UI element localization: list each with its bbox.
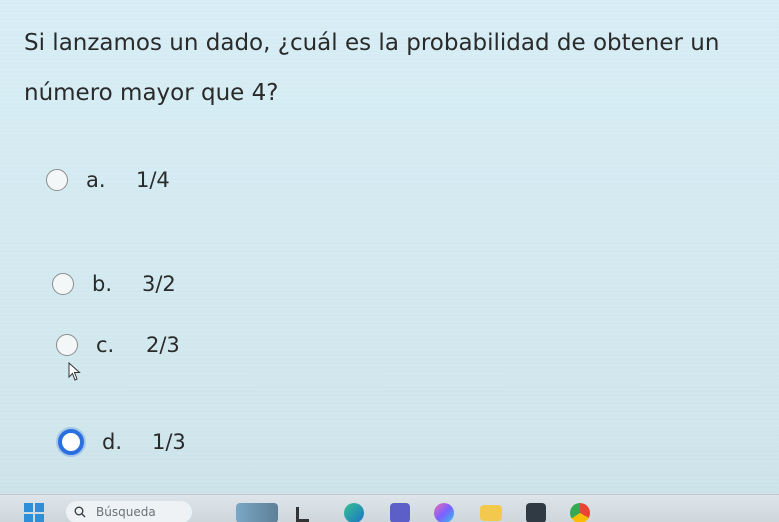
- chrome-icon[interactable]: [570, 503, 590, 522]
- mouse-pointer-icon: [68, 362, 81, 381]
- question-text: Si lanzamos un dado, ¿cuál es la probabi…: [24, 30, 720, 106]
- teams-icon[interactable]: [390, 503, 410, 522]
- option-b[interactable]: b. 3/2: [52, 272, 176, 296]
- widgets-icon[interactable]: [236, 503, 278, 522]
- radio-a[interactable]: [46, 169, 68, 191]
- task-view-icon[interactable]: [296, 507, 309, 522]
- taskbar: Búsqueda: [0, 494, 779, 522]
- option-a[interactable]: a. 1/4: [46, 168, 170, 192]
- radio-d-selected[interactable]: [58, 429, 84, 455]
- option-b-value: 3/2: [142, 272, 176, 296]
- edge-icon[interactable]: [344, 503, 364, 522]
- file-explorer-icon[interactable]: [480, 505, 502, 521]
- option-b-letter: b.: [92, 272, 113, 296]
- search-icon: [74, 506, 86, 518]
- option-c-letter: c.: [96, 333, 115, 357]
- option-d-letter: d.: [102, 430, 123, 454]
- radio-b[interactable]: [52, 273, 74, 295]
- option-c[interactable]: c. 2/3: [56, 333, 180, 357]
- copilot-icon[interactable]: [434, 503, 454, 522]
- search-placeholder: Búsqueda: [96, 505, 156, 519]
- radio-c[interactable]: [56, 334, 78, 356]
- option-c-value: 2/3: [146, 333, 180, 357]
- camera-icon[interactable]: [526, 503, 546, 522]
- option-a-letter: a.: [86, 168, 106, 192]
- windows-start-icon[interactable]: [24, 503, 44, 522]
- option-a-value: 1/4: [136, 168, 170, 192]
- option-d[interactable]: d. 1/3: [58, 429, 186, 455]
- taskbar-search-box[interactable]: Búsqueda: [66, 501, 192, 522]
- option-d-value: 1/3: [152, 430, 186, 454]
